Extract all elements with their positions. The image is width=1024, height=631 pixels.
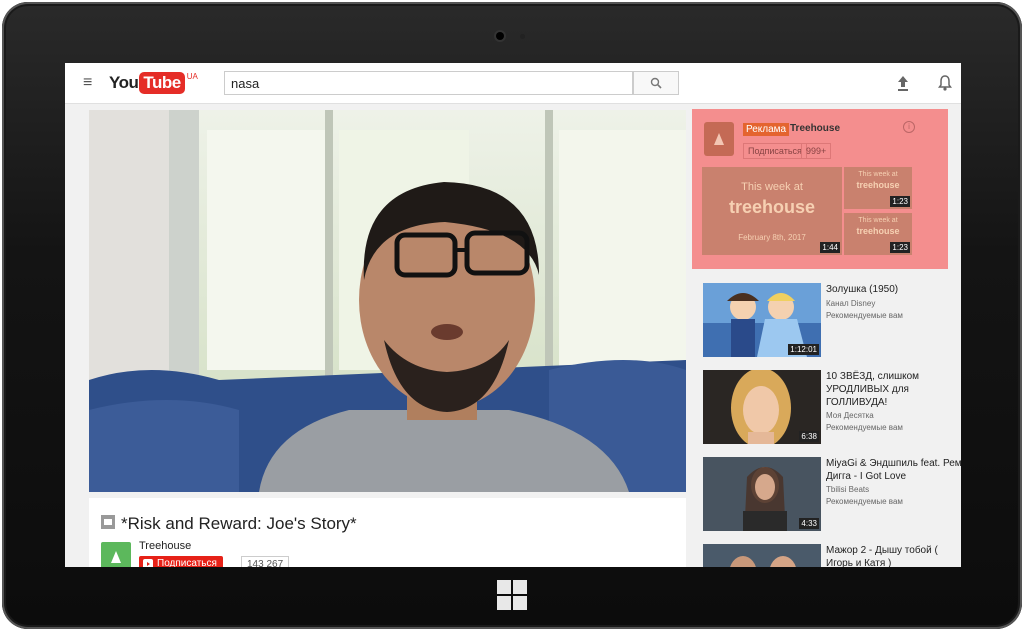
ad-thumb-date: February 8th, 2017 [738, 233, 806, 242]
ad-small-line1: This week at [858, 171, 898, 178]
treehouse-leaf-icon [111, 551, 121, 563]
ad-subscribe-button[interactable]: Подписаться [743, 143, 807, 159]
logo-region: UA [186, 71, 198, 81]
channel-avatar[interactable] [101, 542, 131, 567]
youtube-logo[interactable]: You Tube UA [109, 72, 198, 94]
recommended-note: Рекомендуемые вам [826, 497, 903, 506]
search-input[interactable] [225, 72, 620, 94]
ad-video-thumbnail-small[interactable]: This week at treehouse 1:23 [844, 213, 912, 255]
recommended-title[interactable]: Мажор 2 - Дышу тобой ( Игорь и Катя ) [826, 544, 961, 567]
upload-icon[interactable] [895, 73, 911, 93]
youtube-play-icon [143, 559, 153, 567]
recommended-title[interactable]: 10 ЗВЁЗД, слишком УРОДЛИВЫХ для ГОЛЛИВУД… [826, 370, 961, 409]
info-icon[interactable]: i [903, 121, 915, 133]
duration-badge: 1:44 [820, 242, 840, 253]
ad-small-line2: treehouse [856, 180, 900, 190]
ad-video-thumbnail-small[interactable]: This week at treehouse 1:23 [844, 167, 912, 209]
hamburger-menu-icon[interactable]: ≡ [83, 75, 97, 91]
ad-subscriber-count: 999+ [801, 143, 832, 159]
video-info-panel: *Risk and Reward: Joe's Story* Treehouse… [89, 498, 686, 567]
ad-panel: Реклама Treehouse i Подписаться 999+ Thi… [692, 109, 948, 269]
duration-badge: 4:33 [799, 518, 819, 529]
video-thumbnail[interactable]: 6:38 [703, 370, 821, 444]
recommended-item[interactable]: Мажор 2 - Дышу тобой ( Игорь и Катя ) [703, 544, 953, 567]
ad-badge: Реклама [743, 123, 790, 136]
search-box [224, 71, 633, 95]
video-frame [89, 110, 686, 492]
youtube-screen: ≡ You Tube UA nasa *Risk and Reward: Joe… [65, 63, 961, 567]
notification-bell-icon[interactable] [937, 73, 953, 93]
duration-badge: 6:38 [799, 431, 819, 442]
recommended-channel[interactable]: Моя Десятка [826, 411, 874, 420]
video-player[interactable] [89, 110, 686, 492]
ad-channel-avatar[interactable] [704, 122, 734, 156]
video-thumbnail[interactable]: 1:12:01 [703, 283, 821, 357]
ad-channel-name[interactable]: Treehouse [790, 123, 840, 134]
windows-logo-icon[interactable] [497, 580, 527, 610]
search-button[interactable] [633, 71, 679, 95]
video-thumbnail[interactable] [703, 544, 821, 567]
recommended-title[interactable]: MiyaGi & Эндшпиль feat. Рем Дигга - I Go… [826, 457, 961, 483]
ad-video-thumbnail-main[interactable]: This week at treehouse February 8th, 201… [702, 167, 842, 255]
recommended-item[interactable]: 1:12:01 Золушка (1950) Канал Disney Реко… [703, 283, 953, 357]
recommended-note: Рекомендуемые вам [826, 311, 903, 320]
recommended-channel[interactable]: Tbilisi Beats [826, 485, 869, 494]
search-icon [650, 77, 662, 89]
ad-thumb-line1: This week at [741, 181, 803, 193]
front-camera [496, 32, 504, 40]
subscribe-button[interactable]: Подписаться [139, 556, 223, 567]
channel-name[interactable]: Treehouse [139, 540, 191, 552]
duration-badge: 1:12:01 [788, 344, 819, 355]
playlist-icon [101, 515, 115, 529]
recommended-item[interactable]: 4:33 MiyaGi & Эндшпиль feat. Рем Дигга -… [703, 457, 961, 531]
subscriber-count: 143 267 [241, 556, 290, 567]
recommended-item[interactable]: 6:38 10 ЗВЁЗД, слишком УРОДЛИВЫХ для ГОЛ… [703, 370, 953, 444]
video-title: *Risk and Reward: Joe's Story* [121, 514, 357, 533]
treehouse-leaf-icon [714, 133, 724, 145]
video-thumbnail[interactable]: 4:33 [703, 457, 821, 531]
top-bar: ≡ You Tube UA [65, 63, 961, 104]
logo-tube-text: Tube [139, 72, 185, 94]
ad-small-line1: This week at [858, 217, 898, 224]
recommended-title[interactable]: Золушка (1950) [826, 283, 961, 296]
logo-you-text: You [109, 73, 139, 92]
recommended-note: Рекомендуемые вам [826, 423, 903, 432]
light-sensor [520, 34, 525, 39]
duration-badge: 1:23 [890, 242, 910, 253]
ad-small-line2: treehouse [856, 226, 900, 236]
recommended-channel[interactable]: Канал Disney [826, 299, 875, 308]
duration-badge: 1:23 [890, 196, 910, 207]
ad-thumb-line2: treehouse [728, 197, 816, 217]
subscribe-label: Подписаться [157, 558, 217, 567]
